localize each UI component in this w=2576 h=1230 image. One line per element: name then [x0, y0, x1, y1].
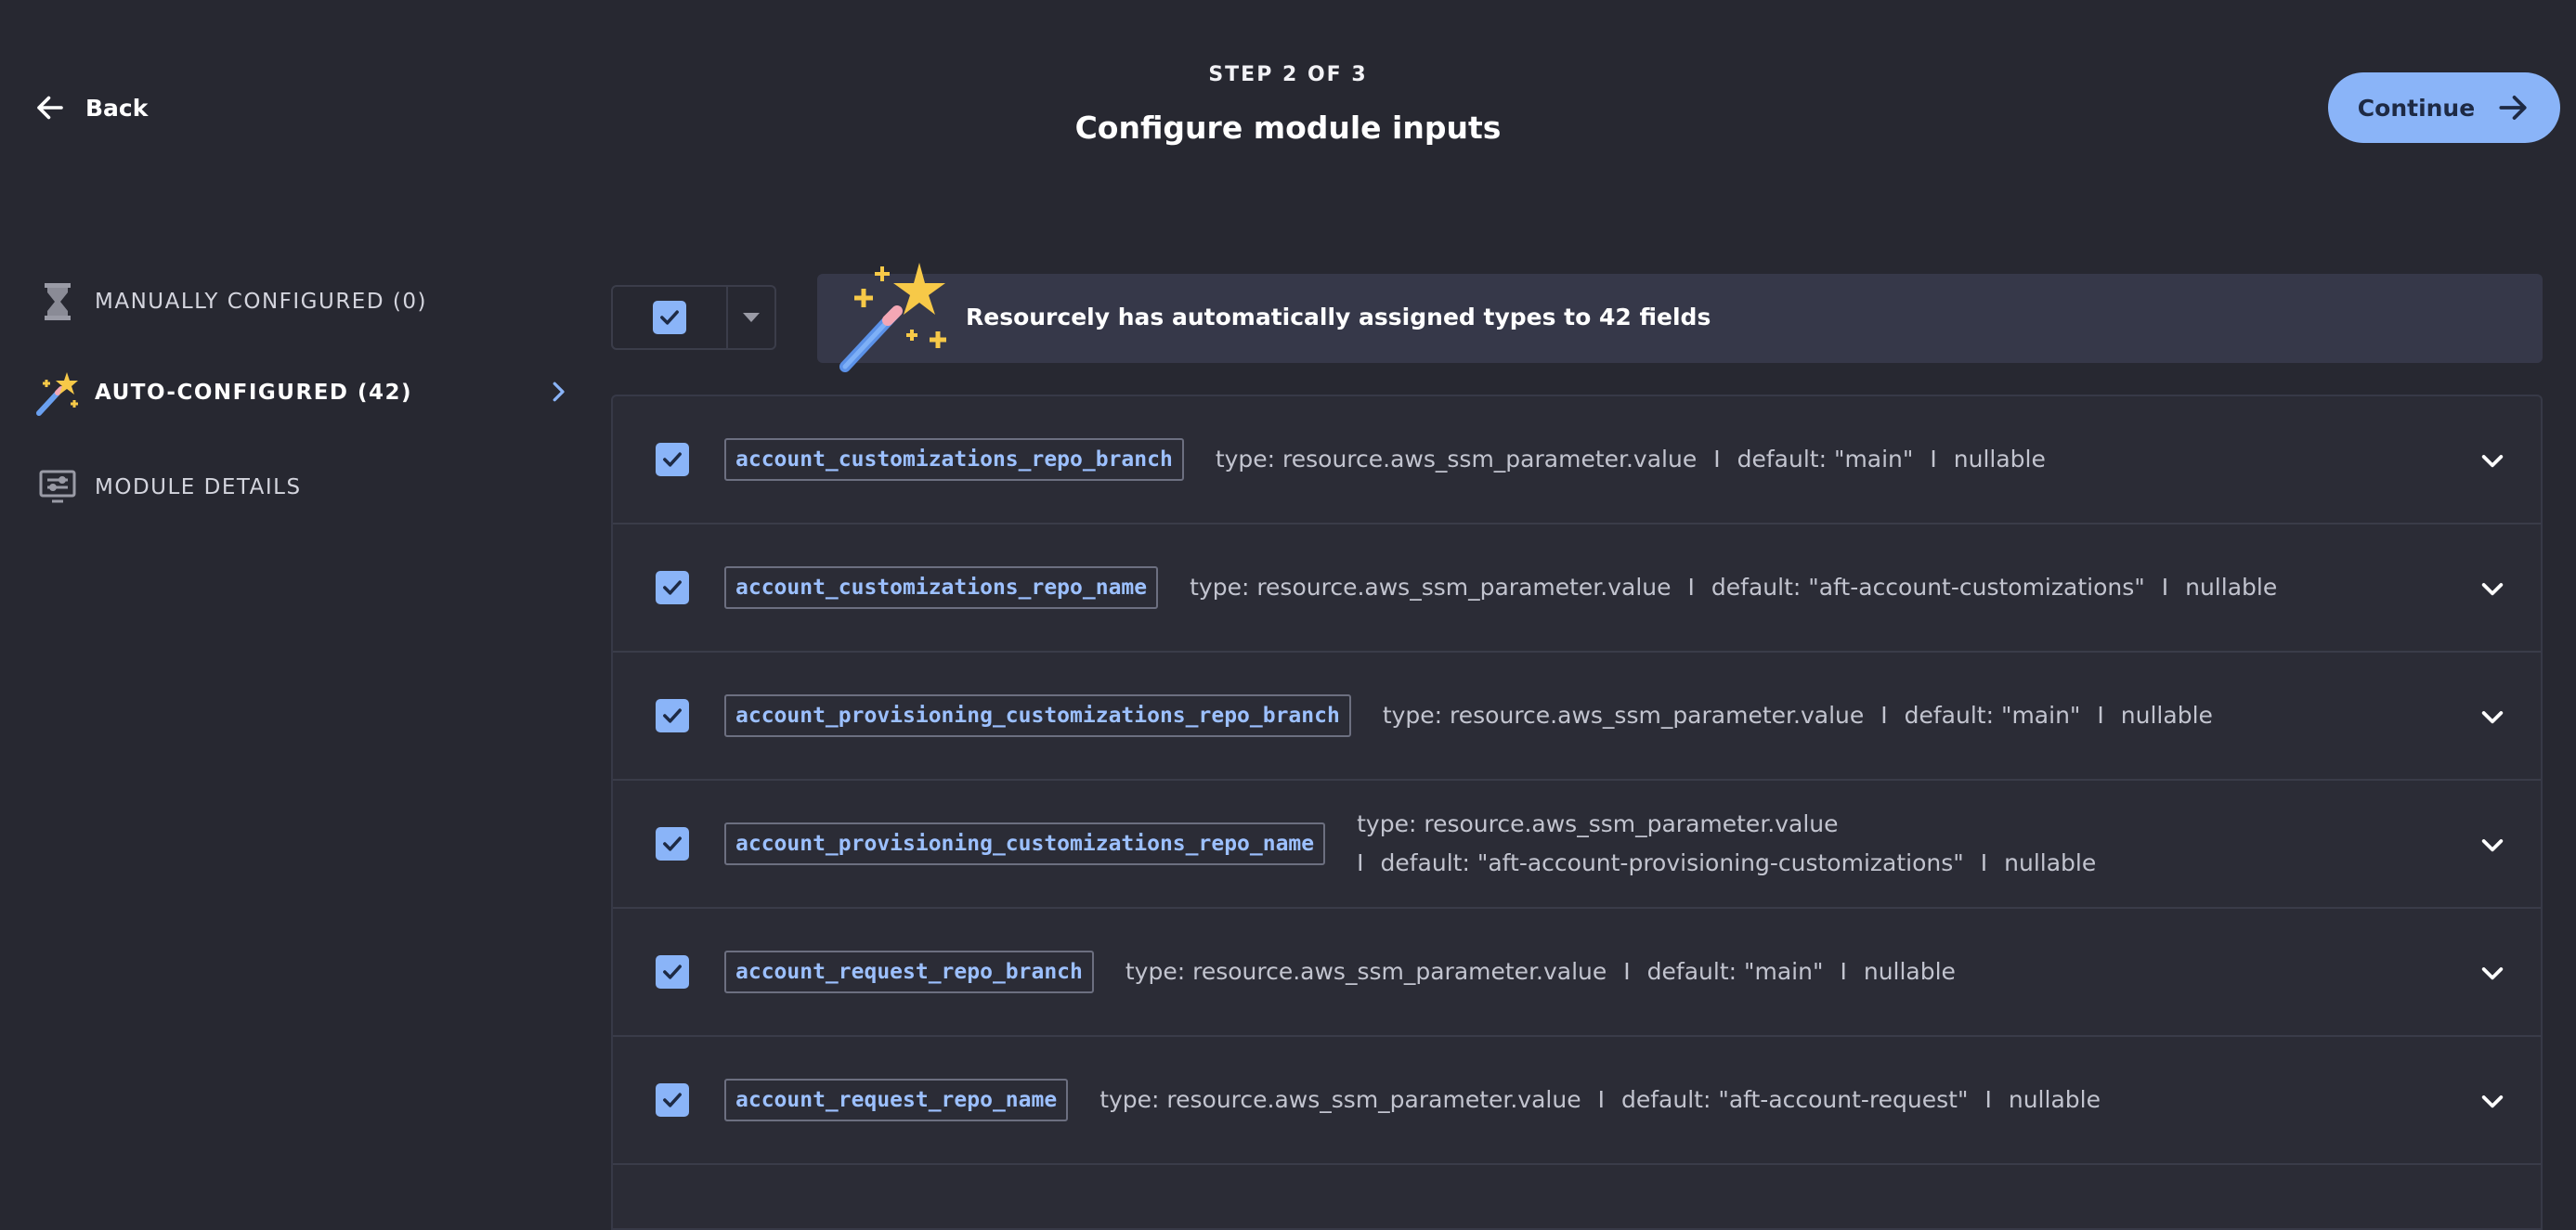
field-default: default: "main"	[1904, 702, 2081, 729]
field-meta: type: resource.aws_ssm_parameter.value Id…	[1125, 958, 1956, 985]
chevron-down-icon[interactable]	[2478, 574, 2507, 603]
field-checkbox[interactable]	[656, 955, 689, 989]
checkbox-checked	[653, 301, 686, 334]
field-meta: type: resource.aws_ssm_parameter.value Id…	[1357, 810, 2097, 876]
field-checkbox[interactable]	[656, 699, 689, 732]
field-type: type: resource.aws_ssm_parameter.value	[1099, 1086, 1581, 1113]
field-name: account_customizations_repo_name	[724, 566, 1159, 609]
field-default: default: "aft-account-provisioning-custo…	[1380, 849, 1964, 876]
sidebar-item-label: MANUALLY CONFIGURED (0)	[95, 290, 427, 314]
field-row: account_request_repo_name type: resource…	[613, 1037, 2541, 1165]
field-nullable: nullable	[1953, 446, 2046, 473]
magic-wand-icon	[839, 263, 946, 372]
field-checkbox[interactable]	[656, 1083, 689, 1117]
field-nullable: nullable	[2008, 1086, 2101, 1113]
field-name: account_request_repo_name	[724, 1079, 1069, 1121]
page-title: Configure module inputs	[1074, 110, 1502, 146]
continue-label: Continue	[2357, 94, 2476, 122]
chevron-down-icon[interactable]	[2478, 702, 2507, 732]
sidebar-item-label: AUTO-CONFIGURED (42)	[95, 381, 413, 405]
checkmark-icon	[663, 708, 682, 723]
field-default: default: "aft-account-customizations"	[1711, 574, 2145, 601]
hourglass-icon	[33, 278, 82, 326]
caret-down-icon	[743, 313, 760, 322]
field-name: account_provisioning_customizations_repo…	[724, 694, 1351, 737]
field-type: type: resource.aws_ssm_parameter.value	[1382, 702, 1865, 729]
field-type: type: resource.aws_ssm_parameter.value	[1357, 810, 1839, 837]
field-default: default: "main"	[1646, 958, 1824, 985]
bulk-select-dropdown[interactable]	[728, 287, 774, 348]
field-type: type: resource.aws_ssm_parameter.value	[1125, 958, 1607, 985]
field-meta: type: resource.aws_ssm_parameter.value Id…	[1190, 574, 2278, 601]
field-nullable: nullable	[2185, 574, 2278, 601]
module-details-icon	[33, 463, 82, 511]
field-checkbox[interactable]	[656, 443, 689, 476]
checkmark-icon	[663, 580, 682, 595]
magic-wand-icon	[33, 369, 82, 417]
chevron-down-icon[interactable]	[2478, 1086, 2507, 1116]
field-row: account_request_repo_branch type: resour…	[613, 909, 2541, 1037]
field-type: type: resource.aws_ssm_parameter.value	[1215, 446, 1698, 473]
banner-text: Resourcely has automatically assigned ty…	[966, 304, 1711, 330]
bulk-select-control	[611, 285, 776, 350]
field-checkbox[interactable]	[656, 827, 689, 861]
field-nullable: nullable	[2004, 849, 2097, 876]
chevron-down-icon[interactable]	[2478, 830, 2507, 860]
field-type: type: resource.aws_ssm_parameter.value	[1190, 574, 1672, 601]
sidebar-item-module-details[interactable]: MODULE DETAILS	[33, 460, 572, 515]
checkmark-icon	[663, 452, 682, 467]
field-name: account_provisioning_customizations_repo…	[724, 822, 1326, 865]
field-meta: type: resource.aws_ssm_parameter.value Id…	[1215, 446, 2046, 473]
field-list: account_customizations_repo_branch type:…	[611, 395, 2543, 1230]
chevron-right-icon	[553, 382, 565, 402]
field-row: account_customizations_repo_name type: r…	[613, 524, 2541, 653]
sidebar-item-manually-configured[interactable]: MANUALLY CONFIGURED (0)	[33, 274, 572, 330]
field-meta: type: resource.aws_ssm_parameter.value Id…	[1099, 1086, 2101, 1113]
field-row: account_provisioning_customizations_repo…	[613, 781, 2541, 909]
header: Back STEP 2 OF 3 Configure module inputs…	[0, 0, 2576, 214]
auto-assign-banner: Resourcely has automatically assigned ty…	[817, 263, 2543, 372]
sidebar-item-auto-configured[interactable]: AUTO-CONFIGURED (42)	[33, 365, 572, 421]
field-default: default: "main"	[1737, 446, 1914, 473]
continue-button[interactable]: Continue	[2328, 72, 2560, 143]
checkmark-icon	[663, 965, 682, 979]
select-all-checkbox[interactable]	[613, 287, 728, 348]
field-default: default: "aft-account-request"	[1620, 1086, 1969, 1113]
checkmark-icon	[663, 836, 682, 851]
sidebar-item-label: MODULE DETAILS	[95, 475, 302, 499]
field-name: account_customizations_repo_branch	[724, 438, 1184, 481]
field-name: account_request_repo_branch	[724, 951, 1094, 993]
chevron-down-icon[interactable]	[2478, 958, 2507, 988]
field-meta: type: resource.aws_ssm_parameter.value Id…	[1382, 702, 2213, 729]
field-nullable: nullable	[2120, 702, 2213, 729]
field-row: account_provisioning_customizations_repo…	[613, 653, 2541, 781]
checkmark-icon	[663, 1093, 682, 1107]
chevron-down-icon[interactable]	[2478, 446, 2507, 475]
field-row: account_customizations_repo_branch type:…	[613, 396, 2541, 524]
checkmark-icon	[660, 310, 679, 325]
field-checkbox[interactable]	[656, 571, 689, 604]
step-indicator: STEP 2 OF 3	[1208, 63, 1368, 86]
arrow-right-icon	[2499, 96, 2527, 120]
field-nullable: nullable	[1863, 958, 1956, 985]
